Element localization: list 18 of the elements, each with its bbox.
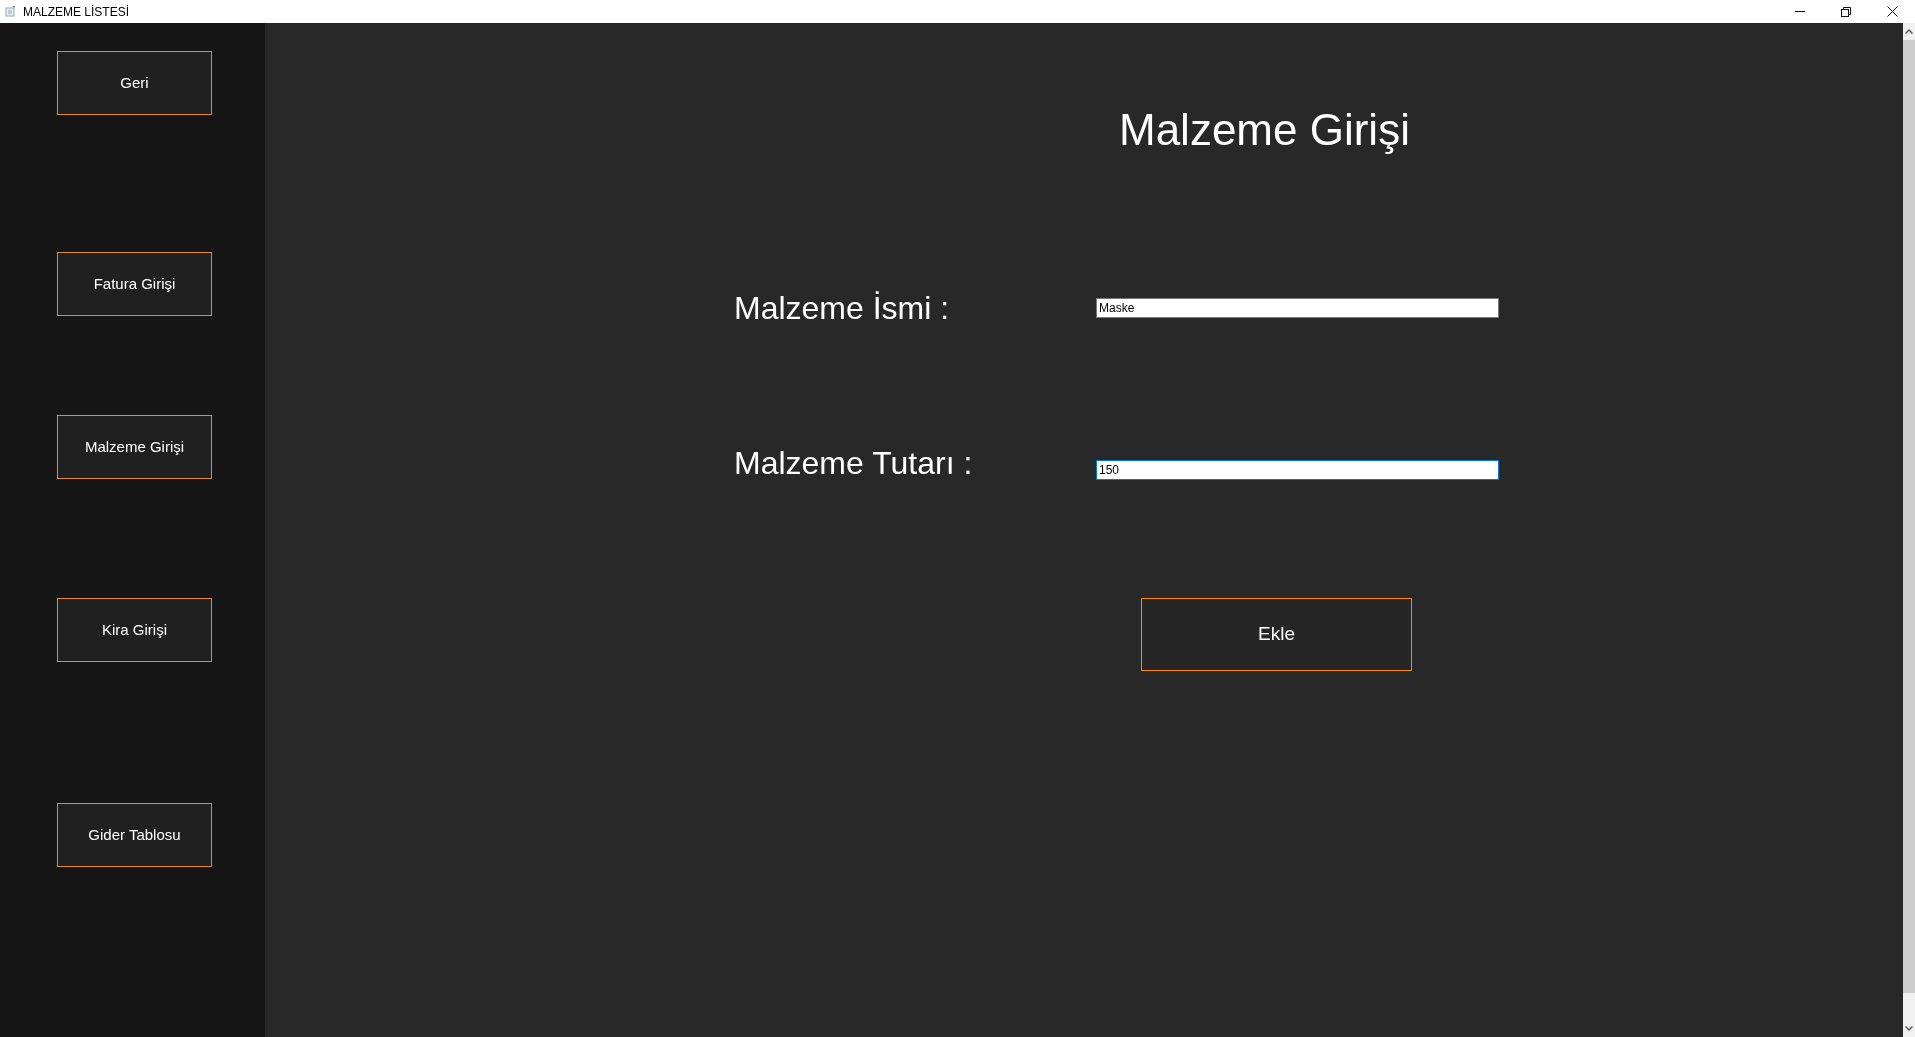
- text-field[interactable]: Maske: [1096, 298, 1499, 318]
- field-label: Malzeme Tutarı :: [734, 444, 974, 483]
- page-heading: Malzeme Girişi: [1119, 108, 1410, 152]
- close-icon: [1886, 6, 1898, 17]
- sidebar-button[interactable]: Kira Girişi: [57, 598, 212, 662]
- sidebar-button[interactable]: Fatura Girişi: [57, 252, 212, 316]
- minimize-icon: [1795, 11, 1805, 12]
- field-label: Malzeme İsmi :: [734, 289, 951, 328]
- sidebar-button[interactable]: Gider Tablosu: [57, 803, 212, 867]
- scroll-up-icon[interactable]: [1905, 29, 1913, 34]
- window-title: MALZEME LİSTESİ: [23, 5, 130, 18]
- restore-icon: [1841, 6, 1851, 17]
- sidebar-button[interactable]: Geri: [57, 51, 212, 115]
- add-button[interactable]: Ekle: [1141, 598, 1412, 671]
- text-field[interactable]: 150: [1096, 460, 1499, 480]
- scroll-down-icon[interactable]: [1905, 1026, 1913, 1031]
- sidebar-button[interactable]: Malzeme Girişi: [57, 415, 212, 479]
- notepad-icon: [5, 6, 16, 17]
